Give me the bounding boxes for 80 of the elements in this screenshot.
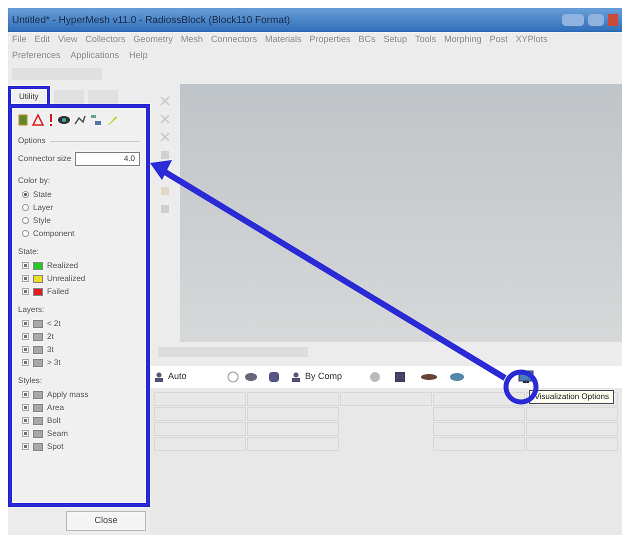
- section-label: Color by:: [18, 175, 52, 187]
- option-label: Bolt: [47, 414, 61, 426]
- option-label: Layer: [33, 202, 54, 214]
- option-label: Spot: [47, 440, 64, 452]
- section-label: Options: [18, 135, 46, 147]
- layer-swatch-icon: [33, 358, 43, 366]
- field-label: Connector size: [18, 153, 72, 165]
- menu-item[interactable]: File: [12, 33, 27, 47]
- option-label: Realized: [47, 260, 78, 272]
- option-label: Component: [33, 228, 74, 240]
- checkbox[interactable]: [22, 275, 29, 282]
- layer-swatch-icon: [33, 346, 43, 354]
- menu-item[interactable]: Applications: [70, 49, 120, 63]
- color-mode-dropdown[interactable]: By Comp: [305, 370, 365, 384]
- option-label: Style: [33, 214, 51, 226]
- layer-swatch-icon: [33, 390, 43, 398]
- option-label: Seam: [47, 428, 68, 440]
- section-label: Styles:: [18, 375, 44, 387]
- menu-item[interactable]: Geometry: [133, 33, 173, 47]
- menu-item[interactable]: BCs: [358, 33, 376, 47]
- checkbox[interactable]: [22, 417, 29, 424]
- layer-swatch-icon: [33, 442, 43, 450]
- menu-item[interactable]: Help: [129, 49, 148, 63]
- checkbox[interactable]: [22, 391, 29, 398]
- triangle-icon[interactable]: [32, 114, 44, 126]
- option-label: State: [33, 188, 52, 200]
- option-label: < 2t: [47, 318, 61, 330]
- tooltip: Visualization Options: [529, 390, 614, 404]
- menu-item[interactable]: Preferences: [12, 49, 61, 63]
- menu-item[interactable]: Properties: [309, 33, 351, 47]
- battery-icon[interactable]: [18, 114, 28, 126]
- menu-item[interactable]: Post: [490, 33, 508, 47]
- radio-button[interactable]: [22, 217, 29, 224]
- option-label: 3t: [47, 344, 54, 356]
- option-label: Failed: [47, 286, 69, 298]
- checkbox[interactable]: [22, 430, 29, 437]
- nodes-icon[interactable]: [74, 114, 86, 126]
- checkbox[interactable]: [22, 320, 29, 327]
- radio-button[interactable]: [22, 204, 29, 211]
- checkbox[interactable]: [22, 262, 29, 269]
- menu-item[interactable]: Mesh: [180, 33, 203, 47]
- connector-size-field[interactable]: 4.0: [75, 152, 140, 166]
- option-label: > 3t: [47, 356, 61, 368]
- layer-swatch-icon: [33, 332, 43, 340]
- checkbox[interactable]: [22, 346, 29, 353]
- checkbox[interactable]: [22, 443, 29, 450]
- radio-button[interactable]: [22, 191, 29, 198]
- layer-swatch-icon: [33, 430, 43, 438]
- menu-item[interactable]: Morphing: [444, 33, 482, 47]
- section-label: State:: [18, 246, 40, 258]
- menu-item[interactable]: XYPlots: [516, 33, 548, 47]
- menu-item[interactable]: Setup: [384, 33, 408, 47]
- radio-button[interactable]: [22, 230, 29, 237]
- eye-icon[interactable]: [58, 115, 70, 125]
- person-icon[interactable]: [291, 372, 301, 382]
- menu-item[interactable]: Collectors: [85, 33, 126, 47]
- layer-swatch-icon: [33, 416, 43, 424]
- layer-swatch-icon: [33, 320, 43, 328]
- option-label: 2t: [47, 330, 54, 342]
- menu-item[interactable]: Edit: [34, 33, 50, 47]
- person-icon[interactable]: [154, 372, 164, 382]
- exclamation-icon[interactable]: [48, 114, 54, 126]
- option-label: Apply mass: [47, 388, 88, 400]
- menu-item[interactable]: View: [58, 33, 78, 47]
- menu-item[interactable]: Materials: [264, 33, 302, 47]
- checkbox[interactable]: [22, 359, 29, 366]
- option-label: Area: [47, 402, 64, 414]
- layer-swatch-icon: [33, 404, 43, 412]
- stack-icon[interactable]: [90, 114, 102, 126]
- option-label: Unrealized: [47, 272, 86, 284]
- checkbox[interactable]: [22, 333, 29, 340]
- panel-tab[interactable]: Utility: [8, 86, 50, 104]
- section-label: Layers:: [18, 304, 46, 316]
- menu-item[interactable]: Tools: [415, 33, 436, 47]
- checkbox[interactable]: [22, 404, 29, 411]
- window-title: Untitled* - HyperMesh v11.0 - RadiossBlock (Block110 Format): [12, 14, 290, 28]
- close-button[interactable]: Close: [66, 511, 146, 531]
- display-mode-dropdown[interactable]: Auto: [168, 370, 223, 384]
- menu-item[interactable]: Connectors: [210, 33, 257, 47]
- checkbox[interactable]: [22, 288, 29, 295]
